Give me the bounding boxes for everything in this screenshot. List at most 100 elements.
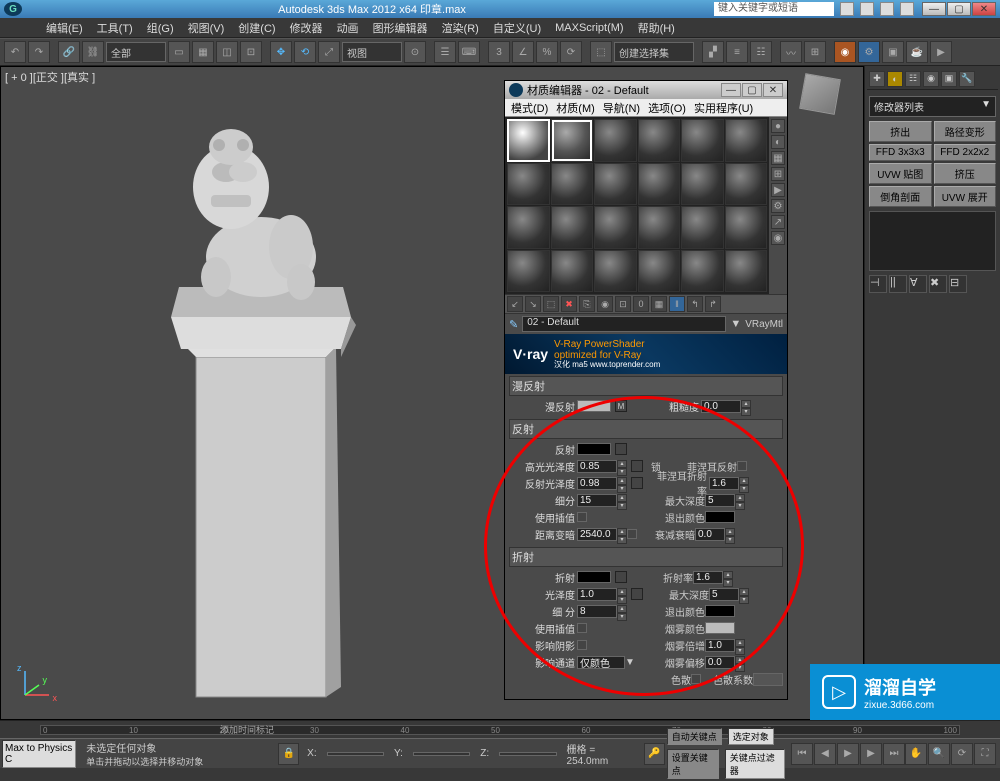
roughness-spinner[interactable]: 0.0	[701, 400, 741, 413]
window-crossing-button[interactable]: ⊡	[240, 41, 262, 63]
get-material-button[interactable]: ↙	[507, 296, 523, 312]
set-key-button[interactable]: 设置关键点	[667, 749, 719, 779]
mtl-icon[interactable]: ◉	[771, 231, 785, 245]
tab-display[interactable]: ▣	[941, 71, 957, 87]
viewcube[interactable]	[790, 72, 850, 132]
select-icon[interactable]: ↗	[771, 215, 785, 229]
show-map-button[interactable]: ▦	[651, 296, 667, 312]
ref-coord-combo[interactable]: 视图	[342, 42, 402, 62]
vid-icon[interactable]: ▶	[771, 183, 785, 197]
manipulate-button[interactable]: ☰	[434, 41, 456, 63]
undo-button[interactable]: ↶	[4, 41, 26, 63]
stack-config[interactable]: ⊟	[949, 275, 967, 293]
scale-button[interactable]: ⤢	[318, 41, 340, 63]
material-name-input[interactable]: 02 - Default	[522, 316, 726, 332]
refl-depth-spinner[interactable]: 5	[705, 494, 735, 507]
stack-unique[interactable]: ∀	[909, 275, 927, 293]
keyboard-button[interactable]: ⌨	[458, 41, 480, 63]
refl-exit-color[interactable]	[705, 511, 735, 523]
percent-snap-button[interactable]: %	[536, 41, 558, 63]
me-menu-mode[interactable]: 模式(D)	[507, 100, 552, 116]
menu-edit[interactable]: 编辑(E)	[40, 20, 89, 36]
show-end-button[interactable]: ‖	[669, 296, 685, 312]
material-slot[interactable]	[725, 250, 768, 293]
me-maximize[interactable]: ▢	[742, 83, 762, 97]
sample-type-icon[interactable]: ●	[771, 119, 785, 133]
material-slot[interactable]	[638, 163, 681, 206]
refr-exit-color[interactable]	[705, 605, 735, 617]
fog-color[interactable]	[705, 622, 735, 634]
link-button[interactable]: 🔗	[58, 41, 80, 63]
layer-button[interactable]: ☷	[750, 41, 772, 63]
material-editor-button[interactable]: ◉	[834, 41, 856, 63]
material-slot[interactable]	[507, 250, 550, 293]
ior-spinner[interactable]: 1.6	[693, 571, 723, 584]
refr-subdiv-spinner[interactable]: 8	[577, 605, 617, 618]
y-coord[interactable]	[413, 752, 470, 756]
play-next[interactable]: ▶	[860, 743, 882, 765]
material-slot[interactable]	[507, 206, 550, 249]
uv-icon[interactable]: ⊞	[771, 167, 785, 181]
menu-animation[interactable]: 动画	[331, 20, 365, 36]
stack-show[interactable]: ||	[889, 275, 907, 293]
me-menu-options[interactable]: 选项(O)	[644, 100, 690, 116]
refl-gloss-spinner[interactable]: 0.98	[577, 477, 617, 490]
auto-key-button[interactable]: 自动关键点	[667, 728, 722, 745]
pivot-button[interactable]: ⊙	[404, 41, 426, 63]
material-slot[interactable]	[507, 163, 550, 206]
curve-editor-button[interactable]: 〰	[780, 41, 802, 63]
reflect-color[interactable]	[577, 443, 611, 455]
material-slot[interactable]	[681, 163, 724, 206]
key-icon[interactable]: 🔑	[644, 743, 665, 765]
mod-extrude[interactable]: 挤出	[869, 121, 932, 142]
pan-view[interactable]: ✋	[905, 743, 927, 765]
material-slot[interactable]	[594, 206, 637, 249]
menu-modifiers[interactable]: 修改器	[284, 20, 329, 36]
spinner-snap-button[interactable]: ⟳	[560, 41, 582, 63]
star-icon[interactable]	[880, 2, 894, 16]
maxscript-listener[interactable]: Max to Physics C	[2, 740, 76, 768]
material-slot[interactable]	[551, 163, 594, 206]
hilight-gloss-spinner[interactable]: 0.85	[577, 460, 617, 473]
material-slot[interactable]	[725, 163, 768, 206]
render-frame-button[interactable]: ▣	[882, 41, 904, 63]
dim-falloff-spinner[interactable]: 0.0	[695, 528, 725, 541]
material-slot[interactable]	[594, 163, 637, 206]
material-slot[interactable]	[638, 206, 681, 249]
me-close[interactable]: ✕	[763, 83, 783, 97]
info-icon[interactable]	[860, 2, 874, 16]
menu-view[interactable]: 视图(V)	[182, 20, 231, 36]
bg-icon[interactable]: ▦	[771, 151, 785, 165]
refl-subdiv-spinner[interactable]: 15	[577, 494, 617, 507]
zoom-view[interactable]: 🔍	[928, 743, 950, 765]
play-start[interactable]: ⏮	[791, 743, 813, 765]
menu-group[interactable]: 组(G)	[141, 20, 180, 36]
lock-icon[interactable]: 🔒	[278, 743, 299, 765]
orbit-view[interactable]: ⟳	[951, 743, 973, 765]
material-type-button[interactable]: VRayMtl	[745, 319, 783, 330]
mod-squeeze[interactable]: 挤压	[934, 163, 997, 184]
menu-graph[interactable]: 图形编辑器	[367, 20, 434, 36]
timeline-hint[interactable]: 添加时间标记	[220, 723, 274, 736]
mirror-button[interactable]: ▞	[702, 41, 724, 63]
play-prev[interactable]: ◀	[814, 743, 836, 765]
material-slot[interactable]	[725, 206, 768, 249]
angle-snap-button[interactable]: ∠	[512, 41, 534, 63]
dim-dist-spinner[interactable]: 2540.0	[577, 528, 617, 541]
nav-sibling-button[interactable]: ↱	[705, 296, 721, 312]
mod-ffd222[interactable]: FFD 2x2x2	[934, 144, 997, 161]
me-menu-material[interactable]: 材质(M)	[552, 100, 599, 116]
affect-shadow-checkbox[interactable]	[577, 640, 587, 650]
render-button[interactable]: ☕	[906, 41, 928, 63]
edit-selection-button[interactable]: ⬚	[590, 41, 612, 63]
move-button[interactable]: ✥	[270, 41, 292, 63]
dispersion-checkbox[interactable]	[691, 674, 701, 684]
material-slot[interactable]	[681, 119, 724, 162]
tab-modify[interactable]: ◐	[887, 71, 903, 87]
material-slot[interactable]	[594, 250, 637, 293]
material-slot[interactable]	[681, 250, 724, 293]
mtl-id-button[interactable]: 0	[633, 296, 649, 312]
backlight-icon[interactable]: ◐	[771, 135, 785, 149]
fresnel-ior-spinner[interactable]: 1.6	[709, 477, 739, 490]
reset-button[interactable]: ✖	[561, 296, 577, 312]
